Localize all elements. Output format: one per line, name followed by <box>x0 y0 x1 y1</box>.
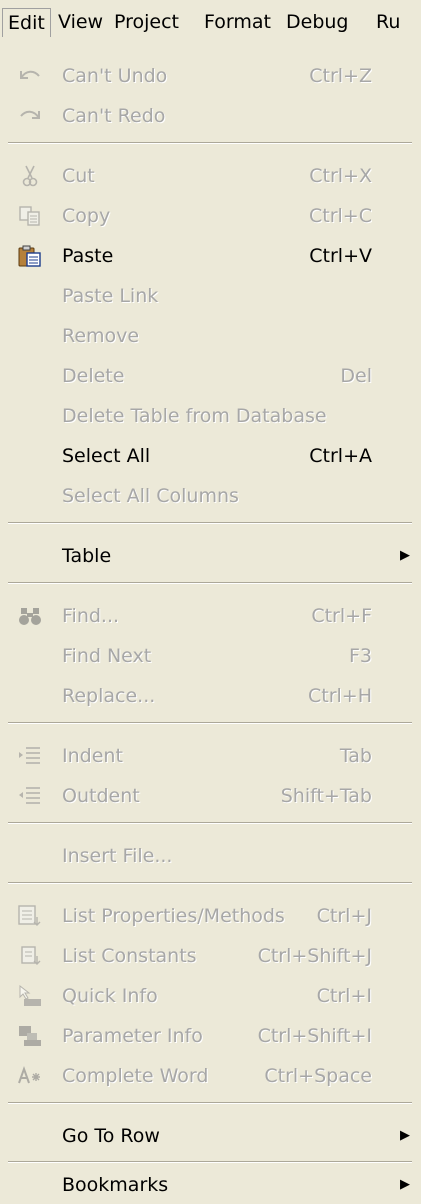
menu-item-replace[interactable]: Replace... Ctrl+H <box>0 676 392 716</box>
menu-item-label: Insert File... <box>62 845 173 867</box>
menu-item-table[interactable]: Table ▶ <box>0 536 410 576</box>
submenu-arrow-icon: ▶ <box>400 1177 410 1192</box>
copy-icon <box>19 206 40 226</box>
separator <box>8 1161 412 1163</box>
menu-item-label: Can't Redo <box>62 105 166 127</box>
menu-item-label: Paste Link <box>62 285 159 307</box>
menu-item-redo[interactable]: Can't Redo <box>0 96 392 136</box>
menu-item-find-next[interactable]: Find Next F3 <box>0 636 392 676</box>
menu-item-label: Complete Word <box>62 1065 209 1087</box>
menu-item-complete-word[interactable]: Complete Word Ctrl+Space <box>0 1056 392 1096</box>
separator <box>8 722 412 724</box>
menu-item-label: Find... <box>62 605 120 627</box>
menubar-project[interactable]: Project <box>114 8 179 36</box>
menu-item-paste-link[interactable]: Paste Link <box>0 276 392 316</box>
menu-item-label: Table <box>62 545 112 567</box>
menu-item-quick-info[interactable]: Quick Info Ctrl+I <box>0 976 392 1016</box>
complete-word-icon <box>18 1066 40 1084</box>
menu-item-cut[interactable]: Cut Ctrl+X <box>0 156 392 196</box>
menu-item-shortcut: Ctrl+F <box>311 605 372 627</box>
menu-item-label: Parameter Info <box>62 1025 203 1047</box>
menu-item-label: Outdent <box>62 785 140 807</box>
quick-info-icon <box>19 985 41 1006</box>
menu-item-shortcut: Shift+Tab <box>280 785 372 807</box>
menu-item-label: Go To Row <box>62 1125 160 1147</box>
menubar-view[interactable]: View <box>58 8 103 36</box>
menu-item-label: Paste <box>62 245 114 267</box>
separator <box>8 822 412 824</box>
menu-item-shortcut: Ctrl+V <box>309 245 372 267</box>
menu-item-list-constants[interactable]: List Constants Ctrl+Shift+J <box>0 936 392 976</box>
menu-item-select-all[interactable]: Select All Ctrl+A <box>0 436 392 476</box>
menu-item-label: Select All Columns <box>62 485 239 507</box>
parameter-info-icon <box>19 1026 41 1046</box>
menu-item-label: Replace... <box>62 685 156 707</box>
menu-item-label: Copy <box>62 205 111 227</box>
separator <box>8 882 412 884</box>
list-constants-icon <box>21 946 41 965</box>
menubar-debug[interactable]: Debug <box>286 8 348 36</box>
menu-item-shortcut: Ctrl+A <box>309 445 372 467</box>
menu-item-shortcut: Ctrl+X <box>309 165 372 187</box>
menu-item-shortcut: Ctrl+C <box>309 205 372 227</box>
menu-item-shortcut: F3 <box>348 645 372 667</box>
menu-item-outdent[interactable]: Outdent Shift+Tab <box>0 776 392 816</box>
menu-item-delete-table[interactable]: Delete Table from Database <box>0 396 392 436</box>
menu-item-insert-file[interactable]: Insert File... <box>0 836 392 876</box>
menu-item-delete[interactable]: Delete Del <box>0 356 392 396</box>
menu-bar: Edit View Project Format Debug Ru <box>0 0 421 40</box>
clipboard-icon <box>18 245 41 267</box>
menu-item-parameter-info[interactable]: Parameter Info Ctrl+Shift+I <box>0 1016 392 1056</box>
menu-item-label: Remove <box>62 325 140 347</box>
menu-item-go-to-row[interactable]: Go To Row ▶ <box>0 1116 410 1156</box>
menu-item-label: Cut <box>62 165 95 187</box>
binoculars-icon <box>19 608 41 625</box>
menu-item-bookmarks[interactable]: Bookmarks ▶ <box>0 1166 410 1204</box>
menu-item-shortcut: Ctrl+Space <box>264 1065 372 1087</box>
menu-item-label: Delete Table from Database <box>62 405 327 427</box>
undo-arrow-icon <box>20 70 40 79</box>
list-properties-icon <box>18 905 41 926</box>
redo-arrow-icon <box>20 110 40 119</box>
menu-item-shortcut: Del <box>340 365 372 387</box>
submenu-arrow-icon: ▶ <box>400 1128 410 1143</box>
menu-item-label: List Properties/Methods <box>62 905 285 927</box>
menu-item-label: Delete <box>62 365 125 387</box>
separator <box>8 1102 412 1104</box>
menu-item-remove[interactable]: Remove <box>0 316 392 356</box>
menu-item-label: Select All <box>62 445 151 467</box>
menu-item-find[interactable]: Find... Ctrl+F <box>0 596 392 636</box>
menu-item-label: Can't Undo <box>62 65 168 87</box>
menu-item-paste[interactable]: Paste Ctrl+V <box>0 236 392 276</box>
menu-item-shortcut: Tab <box>339 745 372 767</box>
menu-item-shortcut: Ctrl+Shift+I <box>257 1025 372 1047</box>
menu-item-label: Indent <box>62 745 123 767</box>
menu-item-label: Bookmarks <box>62 1174 169 1196</box>
menubar-edit[interactable]: Edit <box>2 8 51 37</box>
indent-icon <box>19 747 40 764</box>
menu-item-shortcut: Ctrl+H <box>307 685 372 707</box>
menu-item-shortcut: Ctrl+J <box>316 905 372 927</box>
menubar-format[interactable]: Format <box>204 8 271 36</box>
menu-item-shortcut: Ctrl+Z <box>309 65 372 87</box>
menu-item-shortcut: Ctrl+Shift+J <box>257 945 372 967</box>
menu-item-copy[interactable]: Copy Ctrl+C <box>0 196 392 236</box>
menu-item-shortcut: Ctrl+I <box>316 985 372 1007</box>
menubar-run[interactable]: Ru <box>376 8 400 36</box>
menu-item-label: Find Next <box>62 645 152 667</box>
menu-item-label: Quick Info <box>62 985 158 1007</box>
menu-item-select-all-columns[interactable]: Select All Columns <box>0 476 392 516</box>
separator <box>8 582 412 584</box>
edit-menu-dropdown: Can't Undo Ctrl+Z Can't Redo Cut Ctrl+X … <box>0 40 421 1196</box>
separator <box>8 522 412 524</box>
menu-item-list-properties[interactable]: List Properties/Methods Ctrl+J <box>0 896 392 936</box>
menu-item-label: List Constants <box>62 945 197 967</box>
separator <box>8 142 412 144</box>
scissors-icon <box>22 165 38 187</box>
menu-item-indent[interactable]: Indent Tab <box>0 736 392 776</box>
outdent-icon <box>19 787 40 804</box>
menu-item-undo[interactable]: Can't Undo Ctrl+Z <box>0 56 392 96</box>
submenu-arrow-icon: ▶ <box>400 548 410 563</box>
